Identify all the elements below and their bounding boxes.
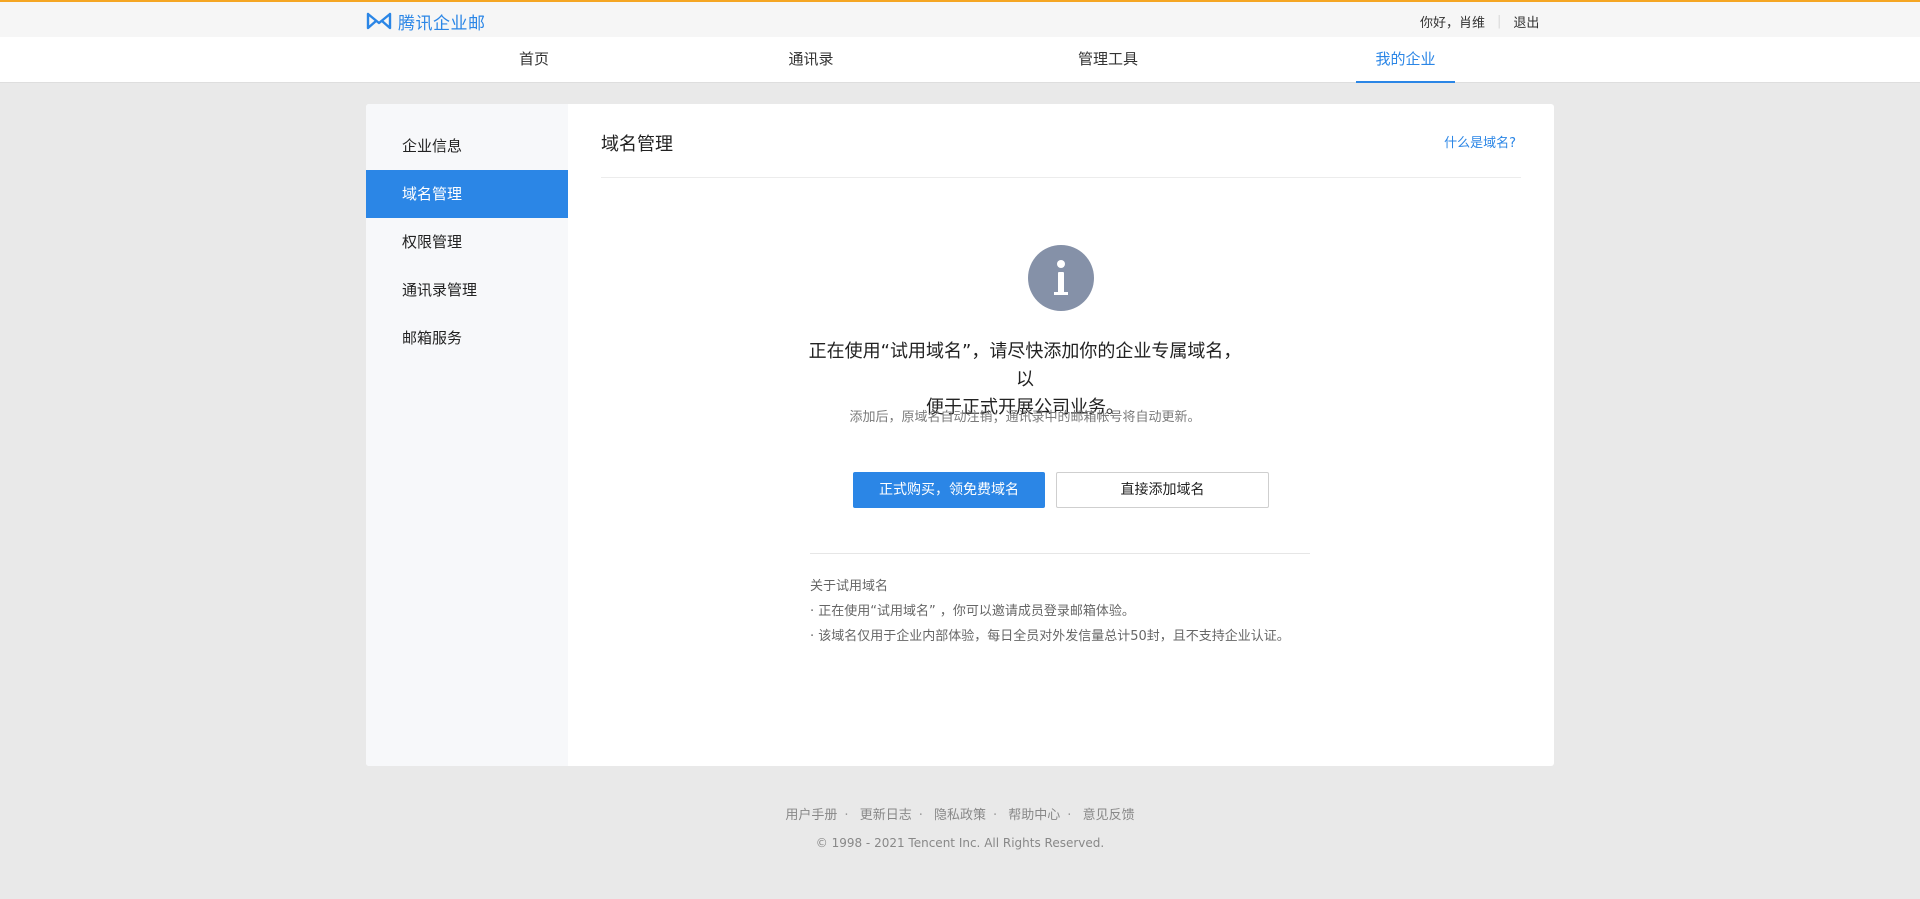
brand-name: 腾讯企业邮	[398, 13, 486, 34]
logout-link[interactable]: 退出	[1513, 12, 1539, 31]
sidebar-item-enterprise-info[interactable]: 企业信息	[366, 122, 568, 170]
mail-logo-icon	[366, 12, 392, 30]
what-is-domain-link[interactable]: 什么是域名?	[1444, 132, 1516, 151]
page-title: 域名管理	[601, 134, 673, 155]
about-title: 关于试用域名	[810, 579, 889, 594]
user-greeting: 你好，肖维	[1420, 16, 1486, 31]
trial-domain-sub-message: 添加后，原域名自动注销；通讯录中的邮箱帐号将自动更新。	[849, 410, 1201, 425]
main-nav: 首页 通讯录 管理工具 我的企业	[0, 37, 1920, 83]
sidebar-item-contacts-management[interactable]: 通讯录管理	[366, 266, 568, 314]
buy-domain-button[interactable]: 正式购买，领免费域名	[853, 472, 1045, 508]
footer-links: 用户手册 · 更新日志 · 隐私政策 · 帮助中心 · 意见反馈	[785, 808, 1135, 823]
about-item: · 该域名仅用于企业内部体验，每日全员对外发信量总计50封，且不支持企业认证。	[810, 629, 1290, 644]
nav-admin-tools[interactable]: 管理工具	[1068, 37, 1148, 83]
info-icon	[1028, 245, 1094, 311]
sidebar: 企业信息 域名管理 权限管理 通讯录管理 邮箱服务	[366, 104, 568, 766]
sidebar-item-domain-management[interactable]: 域名管理	[366, 170, 568, 218]
main-panel: 企业信息 域名管理 权限管理 通讯录管理 邮箱服务 域名管理 什么是域名?	[366, 104, 1554, 766]
footer-link-user-manual[interactable]: 用户手册	[785, 808, 837, 823]
sidebar-item-mailbox-service[interactable]: 邮箱服务	[366, 314, 568, 362]
about-trial-domain: 关于试用域名 · 正在使用“试用域名” ，你可以邀请成员登录邮箱体验。 · 该域…	[810, 574, 1290, 649]
content-header: 域名管理 什么是域名?	[601, 104, 1521, 178]
footer-link-changelog[interactable]: 更新日志	[860, 808, 912, 823]
footer-link-feedback[interactable]: 意见反馈	[1083, 808, 1135, 823]
message-line-1: 正在使用“试用域名”，请尽快添加你的企业专属域名，以	[808, 341, 1242, 390]
top-bar: 腾讯企业邮 你好，肖维 | 退出	[0, 0, 1920, 37]
nav-contacts[interactable]: 通讯录	[771, 37, 851, 83]
footer-link-help-center[interactable]: 帮助中心	[1008, 808, 1060, 823]
footer-link-privacy-policy[interactable]: 隐私政策	[934, 808, 986, 823]
user-separator: |	[1497, 14, 1502, 29]
nav-home[interactable]: 首页	[494, 37, 574, 83]
content-divider	[810, 553, 1310, 554]
nav-my-enterprise[interactable]: 我的企业	[1356, 37, 1455, 83]
about-item: · 正在使用“试用域名” ，你可以邀请成员登录邮箱体验。	[810, 604, 1135, 619]
content-area: 域名管理 什么是域名?	[568, 104, 1554, 766]
user-area: 你好，肖维 | 退出	[1420, 12, 1539, 31]
sidebar-item-permission-management[interactable]: 权限管理	[366, 218, 568, 266]
add-domain-button[interactable]: 直接添加域名	[1056, 472, 1269, 508]
copyright: © 1998 - 2021 Tencent Inc. All Rights Re…	[815, 836, 1105, 850]
brand-logo[interactable]: 腾讯企业邮	[366, 8, 486, 34]
